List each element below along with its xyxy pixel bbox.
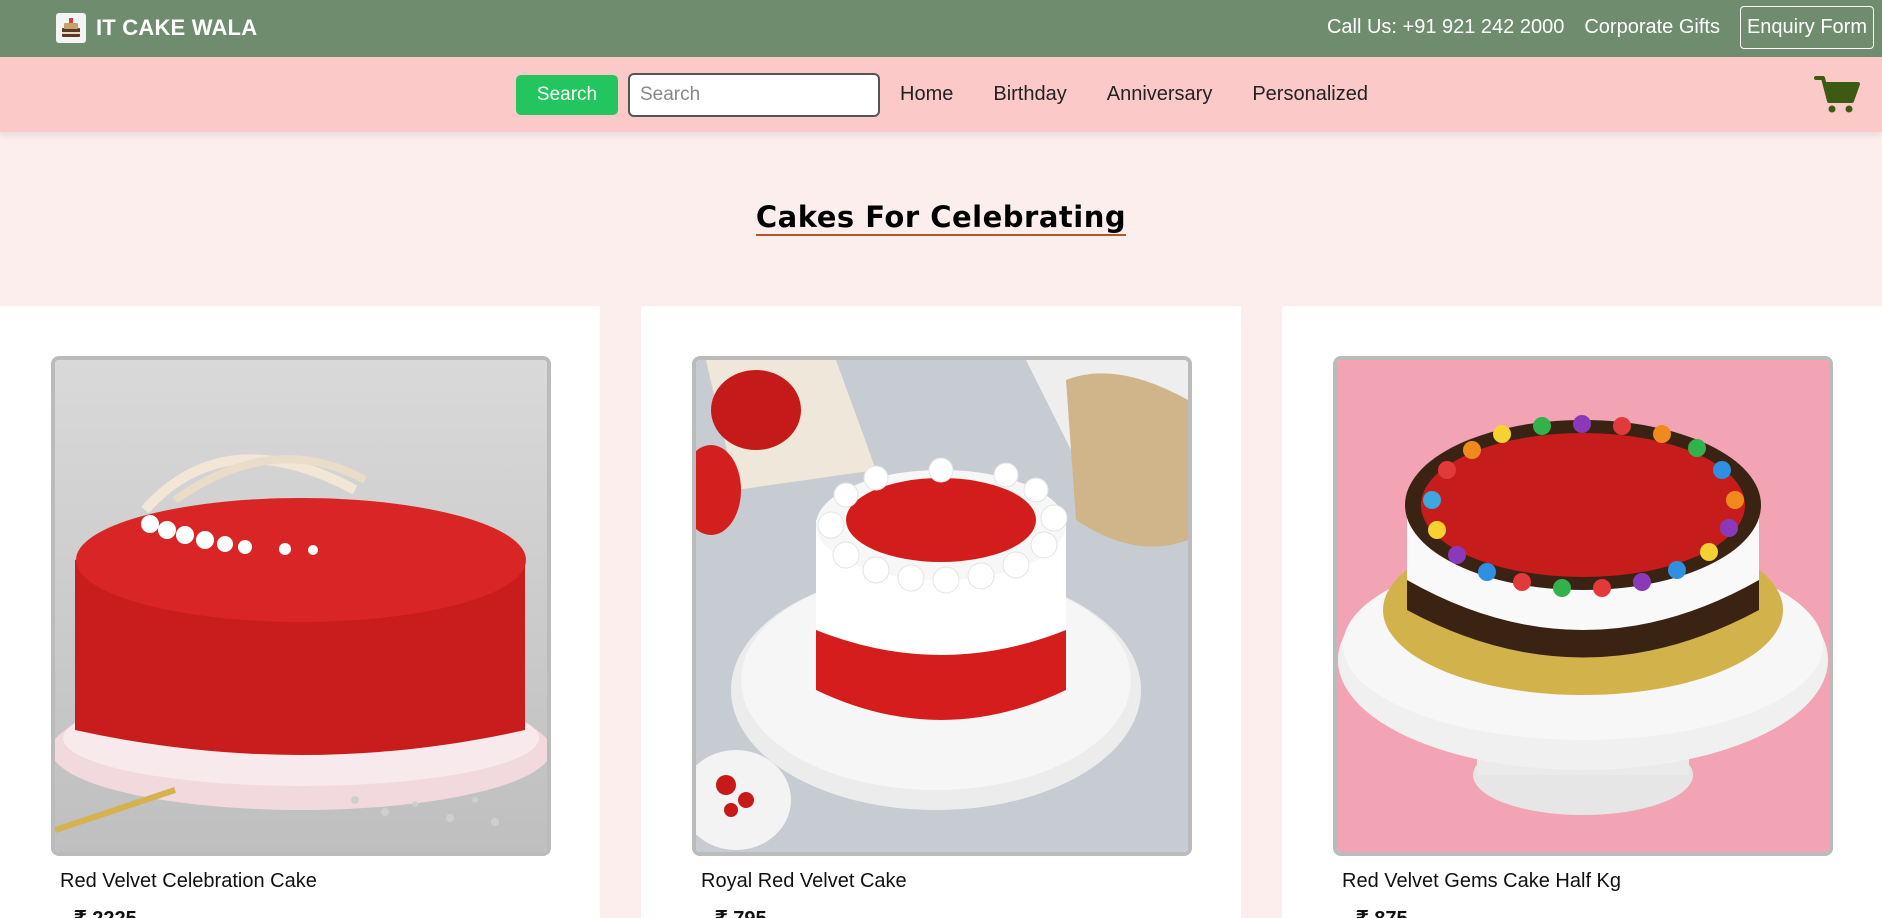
product-image[interactable] [692, 356, 1192, 856]
product-price: ₹ 875 [1356, 906, 1408, 918]
product-name[interactable]: Red Velvet Gems Cake Half Kg [1342, 870, 1621, 893]
corporate-gifts-link[interactable]: Corporate Gifts [1584, 16, 1720, 39]
enquiry-form-button[interactable]: Enquiry Form [1739, 6, 1874, 49]
product-price: ₹ 795 [715, 906, 767, 918]
product-price: ₹ 2225 [74, 906, 137, 918]
search-button[interactable]: Search [516, 75, 618, 115]
product-name[interactable]: Royal Red Velvet Cake [701, 870, 907, 893]
search-input[interactable] [628, 73, 880, 117]
nav-link-birthday[interactable]: Birthday [993, 83, 1066, 106]
product-image[interactable] [51, 356, 551, 856]
product-name[interactable]: Red Velvet Celebration Cake [60, 870, 317, 893]
product-card[interactable]: Royal Red Velvet Cake ₹ 795 [641, 306, 1241, 918]
nav-link-anniversary[interactable]: Anniversary [1107, 83, 1213, 106]
nav-links: Home Birthday Anniversary Personalized [900, 83, 1368, 106]
nav-bar: Search Home Birthday Anniversary Persona… [0, 57, 1882, 132]
brand-name: IT CAKE WALA [96, 15, 258, 40]
product-card[interactable]: Red Velvet Celebration Cake ₹ 2225 [0, 306, 600, 918]
brand-logo-icon [56, 13, 86, 43]
call-us-link[interactable]: Call Us: +91 921 242 2000 [1327, 16, 1564, 39]
nav-link-personalized[interactable]: Personalized [1252, 83, 1368, 106]
section-heading: Cakes For Celebrating [0, 200, 1882, 236]
product-card[interactable]: Red Velvet Gems Cake Half Kg ₹ 875 [1282, 306, 1882, 918]
section-title: Cakes For Celebrating [755, 200, 1127, 236]
nav-link-home[interactable]: Home [900, 83, 953, 106]
product-grid: Red Velvet Celebration Cake ₹ 2225 [0, 306, 1882, 918]
brand[interactable]: IT CAKE WALA [56, 13, 257, 43]
top-bar: IT CAKE WALA Call Us: +91 921 242 2000 C… [0, 0, 1882, 57]
shopping-cart-icon[interactable] [1814, 75, 1860, 115]
product-image[interactable] [1333, 356, 1833, 856]
top-links: Call Us: +91 921 242 2000 Corporate Gift… [1327, 6, 1874, 49]
